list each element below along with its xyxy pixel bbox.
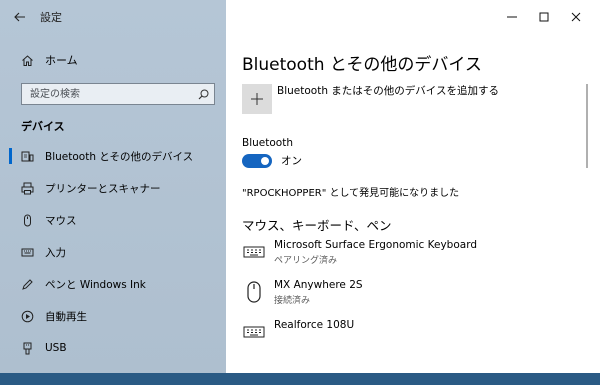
sidebar-item-label: 入力 [45,246,66,259]
sidebar-nav-list: Bluetooth とその他のデバイス プリンターとスキャナー マウス 入力 ペ… [0,140,226,364]
maximize-icon [539,12,549,22]
minimize-icon [507,16,517,18]
title-bar-left: 設定 [0,0,226,34]
mouse-icon [20,213,34,227]
discoverable-text: "RPOCKHOPPER" として発見可能になりました [242,188,460,199]
autoplay-icon [20,309,34,323]
app-title: 設定 [40,11,62,24]
sidebar-item-label: マウス [45,214,77,227]
sidebar-item-label: USB [45,342,67,354]
pen-icon [20,277,34,291]
page-title: Bluetooth とその他のデバイス [242,55,482,75]
device-name: Realforce 108U [274,319,355,331]
device-name: Microsoft Surface Ergonomic Keyboard [274,239,478,251]
toggle-knob [261,156,269,165]
sidebar-item-mouse[interactable]: マウス [0,204,226,236]
sidebar-item-bluetooth[interactable]: Bluetooth とその他のデバイス [0,140,226,172]
usb-icon [20,341,34,355]
bluetooth-devices-icon [20,149,34,163]
device-status: ペアリング済み [274,256,338,266]
settings-window: 設定 ホーム デバイス Bluetooth とその他のデバイス [0,0,600,373]
desktop-background-strip [0,373,600,385]
keyboard-icon [20,245,34,259]
add-device-button[interactable]: Bluetooth またはその他のデバイスを追加する [242,84,499,114]
sidebar-item-usb[interactable]: USB [0,332,226,364]
device-name: MX Anywhere 2S [274,279,363,291]
sidebar-item-label: 自動再生 [45,310,87,323]
sidebar-item-autoplay[interactable]: 自動再生 [0,300,226,332]
home-icon [20,53,34,67]
device-item[interactable]: Realforce 108U [242,319,354,344]
section-heading: デバイス [21,120,65,133]
sidebar: 設定 ホーム デバイス Bluetooth とその他のデバイス [0,0,226,373]
minimize-button[interactable] [496,0,528,34]
nav-home[interactable]: ホーム [0,44,226,76]
device-group-heading: マウス、キーボード、ペン [242,218,392,233]
scrollbar[interactable] [586,84,588,168]
nav-home-label: ホーム [45,54,78,67]
back-arrow-icon [14,12,25,22]
sidebar-item-label: プリンターとスキャナー [45,182,161,195]
title-bar-right [226,0,600,34]
back-button[interactable] [0,0,40,34]
sidebar-item-input[interactable]: 入力 [0,236,226,268]
search-box [21,83,215,105]
sidebar-item-printers[interactable]: プリンターとスキャナー [0,172,226,204]
close-button[interactable] [560,0,592,34]
device-item[interactable]: MX Anywhere 2S 接続済み [242,279,363,306]
bluetooth-toggle[interactable] [242,153,272,168]
device-status: 接続済み [274,296,311,306]
keyboard-icon [242,240,266,264]
printer-icon [20,181,34,195]
close-icon [571,12,581,22]
device-item[interactable]: Microsoft Surface Ergonomic Keyboard ペアリ… [242,239,477,266]
mouse-icon [242,280,266,304]
search-icon[interactable] [192,89,214,100]
add-tile [242,84,272,114]
bluetooth-toggle-row: オン [242,153,302,168]
bluetooth-label: Bluetooth [242,137,293,149]
sidebar-item-label: Bluetooth とその他のデバイス [45,150,194,163]
maximize-button[interactable] [528,0,560,34]
search-input[interactable] [22,84,192,104]
sidebar-item-pen[interactable]: ペンと Windows Ink [0,268,226,300]
keyboard-icon [242,320,266,344]
bluetooth-state: オン [281,155,302,167]
plus-icon [251,93,263,105]
sidebar-item-label: ペンと Windows Ink [45,278,146,291]
add-device-label: Bluetooth またはその他のデバイスを追加する [277,84,499,97]
